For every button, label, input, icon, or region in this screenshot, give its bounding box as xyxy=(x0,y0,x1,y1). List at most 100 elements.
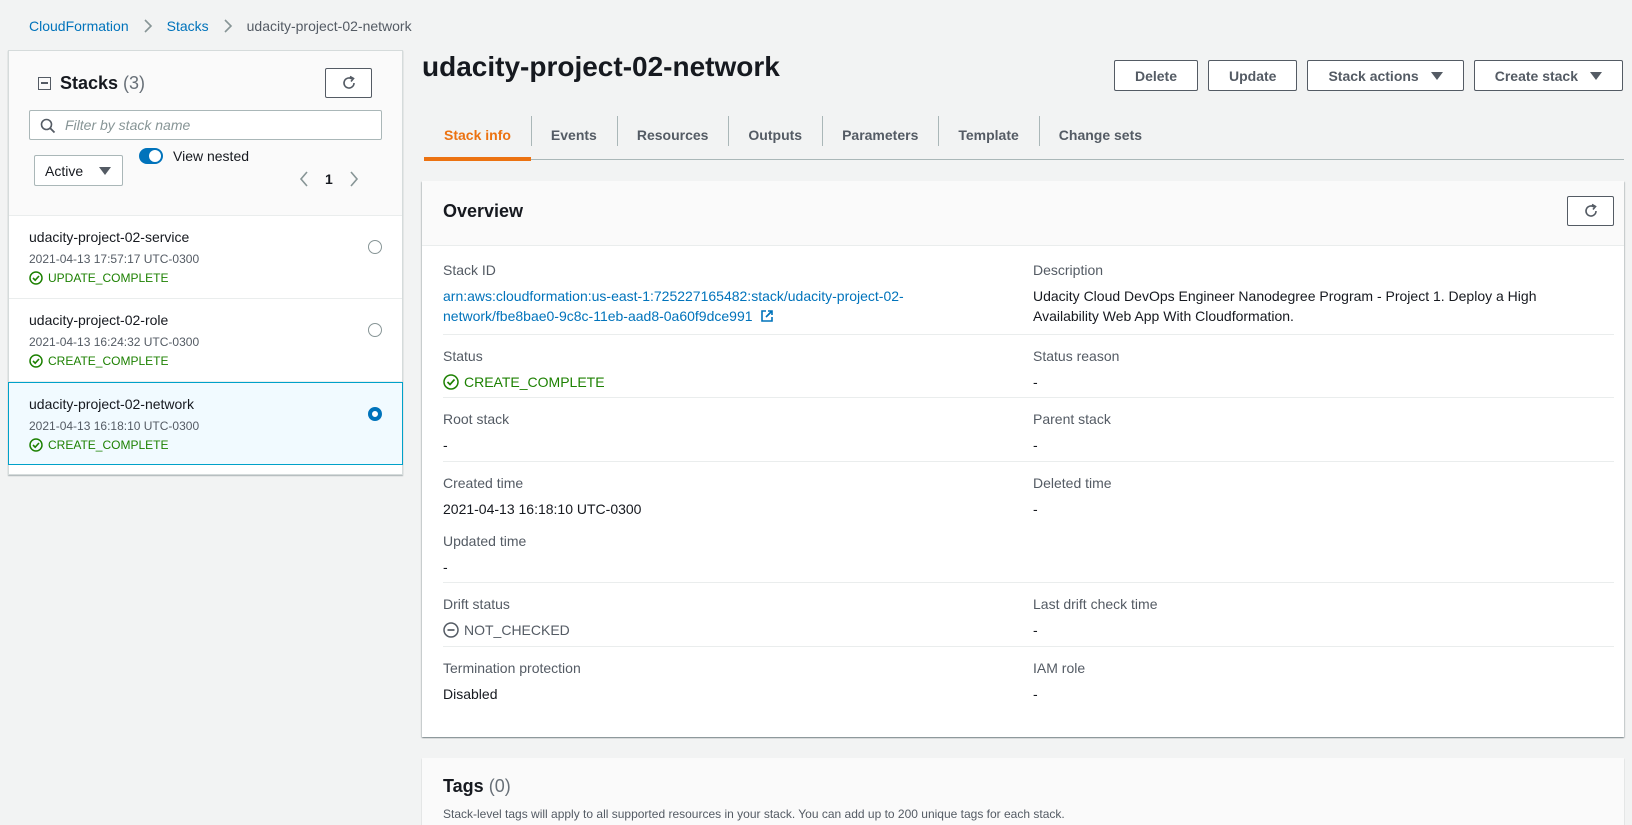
stack-list-item[interactable]: udacity-project-02-service 2021-04-13 17… xyxy=(9,216,402,299)
stack-radio[interactable] xyxy=(368,323,382,337)
page-title: udacity-project-02-network xyxy=(422,51,780,82)
parent-stack-label: Parent stack xyxy=(1033,411,1111,427)
refresh-overview-button[interactable] xyxy=(1567,196,1614,226)
tab-parameters[interactable]: Parameters xyxy=(822,110,938,159)
stack-status: CREATE_COMPLETE xyxy=(29,354,402,368)
stack-actions-dropdown[interactable]: Stack actions xyxy=(1307,60,1464,91)
stack-status: CREATE_COMPLETE xyxy=(29,438,402,452)
status-value-text: CREATE_COMPLETE xyxy=(464,374,605,390)
deleted-time-field: Deleted time - xyxy=(1033,475,1593,519)
tags-panel: Tags (0) Stack-level tags will apply to … xyxy=(422,758,1624,825)
success-icon xyxy=(29,271,43,285)
iam-role-field: IAM role - xyxy=(1033,660,1593,704)
delete-button-label: Delete xyxy=(1134,67,1177,84)
search-icon xyxy=(40,118,56,134)
chevron-right-icon xyxy=(223,19,233,33)
stack-actions-label: Stack actions xyxy=(1328,67,1419,84)
status-label: Status xyxy=(443,348,483,364)
create-stack-label: Create stack xyxy=(1494,67,1578,84)
description-value: Udacity Cloud DevOps Engineer Nanodegree… xyxy=(1033,286,1593,326)
status-reason-value: - xyxy=(1033,374,1038,390)
status-filter-value: Active xyxy=(45,162,84,179)
stack-id-field: Stack ID arn:aws:cloudformation:us-east-… xyxy=(443,262,1003,326)
not-checked-icon xyxy=(443,622,459,638)
tab-outputs[interactable]: Outputs xyxy=(728,110,822,159)
overview-row: Status CREATE_COMPLETE Status reason - xyxy=(443,335,1614,398)
status-filter-select[interactable]: Active xyxy=(34,155,123,186)
tags-count: (0) xyxy=(488,776,511,796)
tab-template[interactable]: Template xyxy=(938,110,1038,159)
stack-date: 2021-04-13 16:24:32 UTC-0300 xyxy=(29,335,200,349)
create-stack-dropdown[interactable]: Create stack xyxy=(1473,60,1623,91)
stack-id-link-line2[interactable]: network/fbe8bae0-9c8c-11eb-aad8-0a60f9dc… xyxy=(443,308,753,324)
stacks-panel: Stacks (3) Active View nested 1 udacity-… xyxy=(8,50,403,475)
status-field: Status CREATE_COMPLETE xyxy=(443,348,1003,392)
tab-events[interactable]: Events xyxy=(530,110,617,159)
update-button-label: Update xyxy=(1229,67,1277,84)
overview-header: Overview xyxy=(422,181,1624,246)
stack-status: UPDATE_COMPLETE xyxy=(29,271,402,285)
stack-id-label: Stack ID xyxy=(443,262,496,278)
overview-row: Stack ID arn:aws:cloudformation:us-east-… xyxy=(443,246,1614,335)
refresh-stacks-button[interactable] xyxy=(325,68,372,98)
overview-row: Created time 2021-04-13 16:18:10 UTC-030… xyxy=(443,462,1614,583)
breadcrumb-stacks-link[interactable]: Stacks xyxy=(167,18,209,34)
description-line1: Udacity Cloud DevOps Engineer Nanodegree… xyxy=(1033,288,1537,304)
status-reason-field: Status reason - xyxy=(1033,348,1593,392)
refresh-icon xyxy=(342,75,355,89)
breadcrumb-current: udacity-project-02-network xyxy=(246,18,412,34)
tags-title-label: Tags xyxy=(443,776,484,796)
chevron-right-icon[interactable] xyxy=(349,171,359,187)
view-nested-toggle[interactable]: View nested xyxy=(139,148,249,164)
last-drift-field: Last drift check time - xyxy=(1033,596,1593,640)
external-link-icon[interactable] xyxy=(760,309,774,323)
stack-id-link-line1[interactable]: arn:aws:cloudformation:us-east-1:7252271… xyxy=(443,288,904,304)
drift-status-value: NOT_CHECKED xyxy=(443,620,1003,640)
stacks-title-label: Stacks xyxy=(60,73,119,93)
status-reason-label: Status reason xyxy=(1033,348,1120,364)
delete-button[interactable]: Delete xyxy=(1113,60,1198,91)
parent-stack-field: Parent stack - xyxy=(1033,411,1593,455)
deleted-time-value: - xyxy=(1033,501,1038,517)
stack-list-item-selected[interactable]: udacity-project-02-network 2021-04-13 16… xyxy=(8,382,403,465)
caret-down-icon xyxy=(1430,71,1443,80)
termination-protection-value: Disabled xyxy=(443,686,498,702)
deleted-time-label: Deleted time xyxy=(1033,475,1112,491)
stack-status-text: UPDATE_COMPLETE xyxy=(48,271,169,285)
created-time-field: Created time 2021-04-13 16:18:10 UTC-030… xyxy=(443,475,1003,519)
page-number[interactable]: 1 xyxy=(325,171,333,187)
description-line2: Availability Web App With Cloudformation… xyxy=(1033,308,1294,324)
breadcrumb: CloudFormation Stacks udacity-project-02… xyxy=(29,16,412,36)
view-nested-label: View nested xyxy=(173,148,250,164)
stack-id-value: arn:aws:cloudformation:us-east-1:7252271… xyxy=(443,286,1003,326)
root-stack-label: Root stack xyxy=(443,411,510,427)
stack-date: 2021-04-13 16:18:10 UTC-0300 xyxy=(29,419,200,433)
stack-radio[interactable] xyxy=(368,240,382,254)
root-stack-value: - xyxy=(443,437,448,453)
overview-row: Root stack - Parent stack - xyxy=(443,398,1614,462)
created-time-label: Created time xyxy=(443,475,524,491)
overview-row: Termination protection Disabled IAM role… xyxy=(443,647,1614,717)
breadcrumb-cloudformation-link[interactable]: CloudFormation xyxy=(29,18,129,34)
collapse-panel-icon[interactable] xyxy=(38,77,51,90)
search-field xyxy=(29,110,382,140)
stack-radio-selected[interactable] xyxy=(368,407,382,421)
stack-actions-toolbar: Delete Update Stack actions Create stack xyxy=(1113,60,1623,91)
stack-tabs: Stack info Events Resources Outputs Para… xyxy=(424,110,1624,161)
termination-protection-field: Termination protection Disabled xyxy=(443,660,1003,704)
stacks-panel-header: Stacks (3) Active View nested 1 xyxy=(9,51,402,216)
tab-change-sets[interactable]: Change sets xyxy=(1038,110,1162,159)
parent-stack-value: - xyxy=(1033,437,1038,453)
last-drift-value: - xyxy=(1033,622,1038,638)
tab-stack-info[interactable]: Stack info xyxy=(424,110,531,161)
stack-status-text: CREATE_COMPLETE xyxy=(48,354,169,368)
toggle-switch[interactable] xyxy=(139,148,163,164)
stack-list-item[interactable]: udacity-project-02-role 2021-04-13 16:24… xyxy=(9,299,402,382)
update-button[interactable]: Update xyxy=(1208,60,1298,91)
tags-description: Stack-level tags will apply to all suppo… xyxy=(443,807,1065,821)
chevron-left-icon[interactable] xyxy=(299,171,309,187)
status-value: CREATE_COMPLETE xyxy=(443,372,1003,392)
search-input[interactable] xyxy=(65,117,381,133)
tab-resources[interactable]: Resources xyxy=(616,110,729,159)
description-field: Description Udacity Cloud DevOps Enginee… xyxy=(1033,262,1593,326)
